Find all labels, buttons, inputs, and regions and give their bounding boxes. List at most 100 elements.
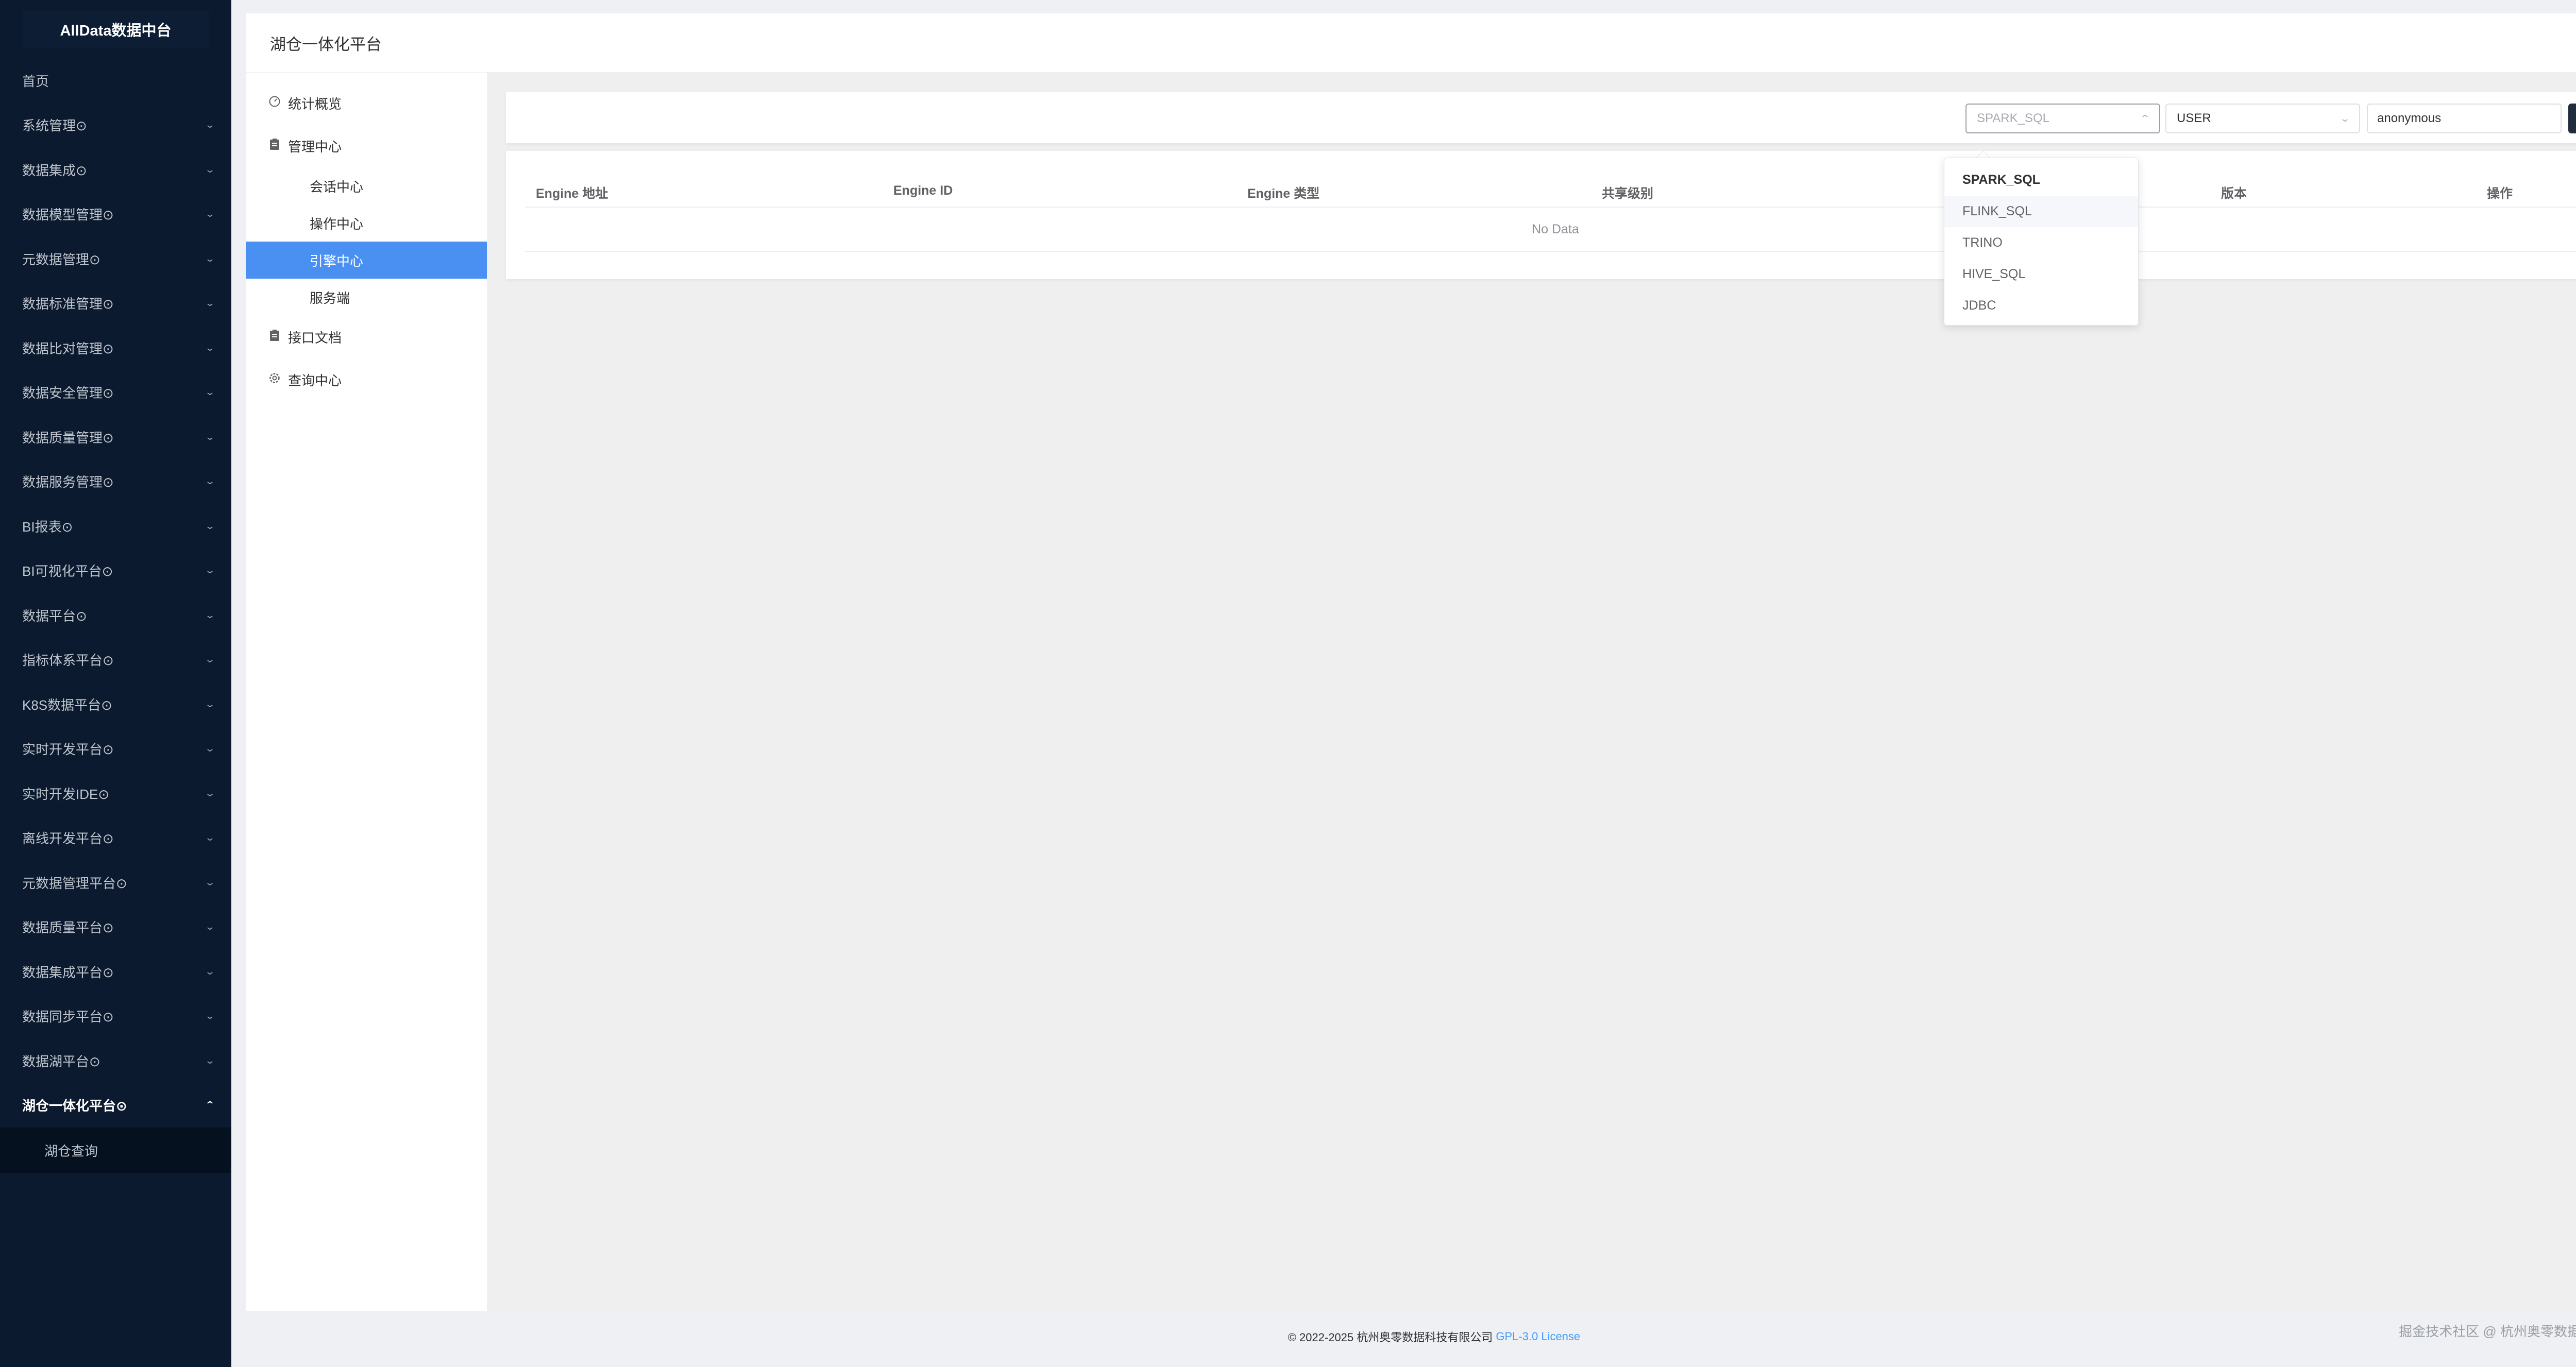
dropdown-option-jdbc[interactable]: JDBC — [1944, 290, 2138, 321]
chevron-up-icon: ⌃ — [204, 1100, 216, 1110]
column-header-engine-id: Engine ID — [893, 183, 953, 198]
sidebar-item-data-integration[interactable]: 数据集成⊙ ⌄ — [0, 147, 231, 192]
share-level-select[interactable]: USER ⌄ — [2165, 104, 2360, 133]
sidebar-item-label: 离线开发平台⊙ — [22, 831, 114, 847]
dropdown-option-flink-sql[interactable]: FLINK_SQL — [1944, 196, 2138, 227]
subnav-item-query[interactable]: 查询中心 — [246, 358, 487, 401]
secondary-nav: 统计概览 管理中心 会话中心 操作中心 引擎中心 服务端 接口文档 查询中心 — [246, 73, 487, 1311]
license-link[interactable]: GPL-3.0 License — [1496, 1330, 1580, 1343]
subnav-item-engine[interactable]: 引擎中心 — [246, 242, 487, 279]
chevron-down-icon: ⌄ — [204, 431, 216, 442]
column-header-version: 版本 — [2221, 186, 2247, 201]
chevron-down-icon: ⌄ — [204, 164, 216, 175]
sidebar-item-data-model[interactable]: 数据模型管理⊙ ⌄ — [0, 192, 231, 237]
dropdown-option-hive-sql[interactable]: HIVE_SQL — [1944, 259, 2138, 290]
sidebar-subitem-lakehouse-query[interactable]: 湖仓查询 — [0, 1127, 231, 1173]
chevron-down-icon: ⌄ — [204, 1011, 216, 1021]
sidebar-item-label: 指标体系平台⊙ — [22, 653, 114, 669]
clipboard-icon — [267, 329, 282, 345]
subnav-item-server[interactable]: 服务端 — [246, 279, 487, 316]
main-content: SPARK_SQL ⌃ USER ⌄ Engine 地址 Engine ID E… — [487, 73, 2576, 1311]
chevron-down-icon: ⌄ — [204, 119, 216, 130]
sidebar-item-sync-platform[interactable]: 数据同步平台⊙ ⌄ — [0, 994, 231, 1039]
sidebar-item-data-platform[interactable]: 数据平台⊙ ⌄ — [0, 593, 231, 638]
app-logo[interactable]: AllData数据中台 — [23, 11, 209, 47]
subnav-item-operation[interactable]: 操作中心 — [246, 204, 487, 242]
sidebar-item-label: 数据服务管理⊙ — [22, 474, 114, 490]
footer: © 2022-2025 杭州奥零数据科技有限公司 GPL-3.0 License — [231, 1319, 2576, 1355]
chevron-down-icon: ⌄ — [204, 1055, 216, 1066]
sidebar-item-realtime[interactable]: 实时开发平台⊙ ⌄ — [0, 727, 231, 772]
sidebar-item-integration-platform[interactable]: 数据集成平台⊙ ⌄ — [0, 949, 231, 994]
sidebar-item-home[interactable]: 首页 — [0, 58, 231, 103]
sidebar-item-label: 数据集成⊙ — [22, 162, 87, 178]
share-level-value: USER — [2177, 111, 2211, 125]
subnav-group-manage[interactable]: 管理中心 — [246, 125, 487, 167]
chevron-down-icon: ⌄ — [204, 698, 216, 709]
dropdown-option-trino[interactable]: TRINO — [1944, 227, 2138, 259]
sidebar-item-realtime-ide[interactable]: 实时开发IDE⊙ ⌄ — [0, 771, 231, 816]
footer-copyright: © 2022-2025 杭州奥零数据科技有限公司 — [1287, 1331, 1493, 1344]
column-header-engine-address: Engine 地址 — [536, 186, 608, 201]
engine-type-select[interactable]: SPARK_SQL ⌃ — [1965, 104, 2160, 133]
subnav-label: 接口文档 — [288, 330, 342, 346]
subnav-item-stats[interactable]: 统计概览 — [246, 82, 487, 125]
sidebar-item-offline[interactable]: 离线开发平台⊙ ⌄ — [0, 816, 231, 861]
sidebar-item-data-lake[interactable]: 数据湖平台⊙ ⌄ — [0, 1038, 231, 1083]
sidebar-item-label: 数据集成平台⊙ — [22, 964, 114, 980]
subnav-label: 管理中心 — [288, 139, 342, 155]
sidebar-item-data-quality[interactable]: 数据质量管理⊙ ⌄ — [0, 415, 231, 459]
subnav-item-session[interactable]: 会话中心 — [246, 167, 487, 204]
sidebar-item-system[interactable]: 系统管理⊙ ⌄ — [0, 103, 231, 148]
page-title: 湖仓一体化平台 — [270, 35, 382, 54]
chevron-down-icon: ⌄ — [2339, 113, 2351, 124]
sidebar-item-metadata-platform[interactable]: 元数据管理平台⊙ ⌄ — [0, 860, 231, 905]
sidebar-item-label: 数据质量管理⊙ — [22, 430, 114, 446]
sidebar-item-quality-platform[interactable]: 数据质量平台⊙ ⌄ — [0, 905, 231, 950]
sidebar-item-label: 数据同步平台⊙ — [22, 1009, 114, 1025]
sidebar: AllData数据中台 首页 系统管理⊙ ⌄ 数据集成⊙ ⌄ 数据模型管理⊙ ⌄ 元数… — [0, 0, 231, 1367]
sidebar-item-label: 数据安全管理⊙ — [22, 385, 114, 401]
gear-icon — [267, 372, 282, 388]
sidebar-item-label: 首页 — [22, 73, 49, 89]
engine-table: Engine 地址 Engine ID Engine 类型 共享级别 版本 操作… — [506, 151, 2576, 279]
column-header-share-level: 共享级别 — [1602, 186, 1654, 201]
sidebar-item-label: K8S数据平台⊙ — [22, 697, 112, 713]
sidebar-item-label: 数据比对管理⊙ — [22, 340, 114, 356]
chevron-up-icon: ⌃ — [2139, 113, 2151, 124]
sidebar-item-label: 数据质量平台⊙ — [22, 920, 114, 936]
sidebar-item-data-compare[interactable]: 数据比对管理⊙ ⌄ — [0, 326, 231, 370]
sidebar-item-label: BI可视化平台⊙ — [22, 563, 113, 579]
sidebar-item-data-service[interactable]: 数据服务管理⊙ ⌄ — [0, 459, 231, 504]
sidebar-item-metrics[interactable]: 指标体系平台⊙ ⌄ — [0, 638, 231, 682]
sidebar-item-label: 数据湖平台⊙ — [22, 1053, 100, 1069]
chevron-down-icon: ⌄ — [204, 342, 216, 353]
chevron-down-icon: ⌄ — [204, 476, 216, 487]
sidebar-item-lakehouse[interactable]: 湖仓一体化平台⊙ ⌃ — [0, 1083, 231, 1128]
sidebar-item-bi-report[interactable]: BI报表⊙ ⌄ — [0, 504, 231, 549]
chevron-down-icon: ⌄ — [204, 565, 216, 576]
dropdown-option-spark-sql[interactable]: SPARK_SQL — [1944, 164, 2138, 196]
sidebar-item-k8s[interactable]: K8S数据平台⊙ ⌄ — [0, 682, 231, 727]
chevron-down-icon: ⌄ — [204, 877, 216, 887]
sidebar-item-label: 数据标准管理⊙ — [22, 296, 114, 312]
chevron-down-icon: ⌄ — [204, 921, 216, 932]
chevron-down-icon: ⌄ — [204, 788, 216, 798]
sidebar-item-data-standard[interactable]: 数据标准管理⊙ ⌄ — [0, 281, 231, 326]
subnav-item-api-docs[interactable]: 接口文档 — [246, 316, 487, 358]
filter-toolbar: SPARK_SQL ⌃ USER ⌄ — [506, 92, 2576, 143]
chevron-down-icon: ⌄ — [204, 209, 216, 219]
sidebar-item-label: BI报表⊙ — [22, 519, 73, 535]
sidebar-item-label: 系统管理⊙ — [22, 118, 87, 134]
subnav-label: 统计概览 — [288, 96, 342, 112]
sidebar-item-label: 数据平台⊙ — [22, 608, 87, 624]
engine-type-placeholder: SPARK_SQL — [1977, 111, 2049, 125]
sidebar-item-metadata[interactable]: 元数据管理⊙ ⌄ — [0, 236, 231, 281]
sidebar-item-label: 数据模型管理⊙ — [22, 207, 114, 223]
search-button[interactable] — [2568, 104, 2576, 133]
chevron-down-icon: ⌄ — [204, 966, 216, 977]
sidebar-item-data-security[interactable]: 数据安全管理⊙ ⌄ — [0, 370, 231, 415]
user-input[interactable] — [2367, 104, 2562, 133]
sidebar-item-bi-visual[interactable]: BI可视化平台⊙ ⌄ — [0, 549, 231, 593]
logo-area: AllData数据中台 — [0, 0, 231, 58]
